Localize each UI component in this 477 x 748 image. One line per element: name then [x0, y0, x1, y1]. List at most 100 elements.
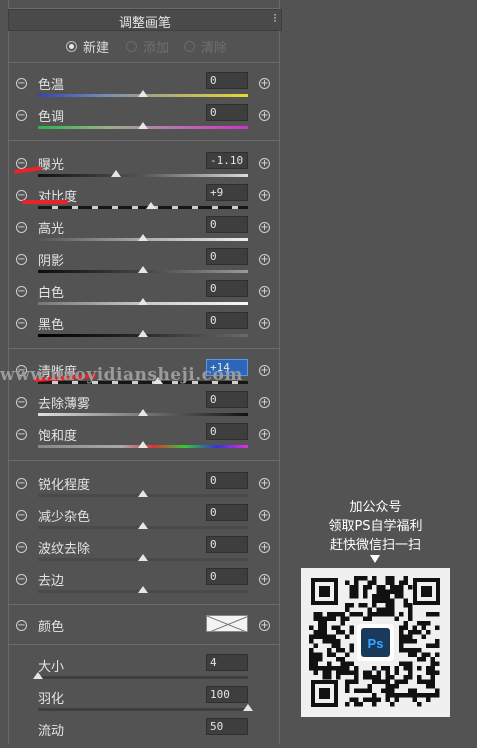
- minus-icon[interactable]: −: [16, 478, 27, 489]
- minus-icon[interactable]: −: [16, 510, 27, 521]
- brush-size-value-input[interactable]: 4: [206, 654, 248, 671]
- contrast-track[interactable]: [38, 206, 248, 209]
- mode-add-radio[interactable]: 添加: [126, 37, 169, 56]
- qr-module: [309, 661, 314, 666]
- qr-module: [331, 643, 336, 648]
- feather-track[interactable]: [38, 708, 248, 711]
- qr-module: [408, 693, 413, 698]
- qr-module: [403, 634, 408, 639]
- flow-value-input[interactable]: 50: [206, 718, 248, 735]
- temperature-value-input[interactable]: 0: [206, 72, 248, 89]
- slider-thumb[interactable]: [243, 704, 253, 711]
- qr-module: [417, 630, 422, 635]
- saturation-value-input[interactable]: 0: [206, 423, 248, 440]
- qr-module: [394, 684, 399, 689]
- qr-module: [385, 598, 390, 603]
- slider-thumb[interactable]: [138, 234, 148, 241]
- minus-icon[interactable]: −: [16, 574, 27, 585]
- slider-thumb[interactable]: [138, 298, 148, 305]
- plus-icon[interactable]: +: [259, 429, 270, 440]
- plus-icon[interactable]: +: [259, 110, 270, 121]
- exposure-track[interactable]: [38, 174, 248, 177]
- qr-module: [318, 612, 323, 617]
- qr-module: [426, 630, 431, 635]
- blacks-value-input[interactable]: 0: [206, 312, 248, 329]
- qr-module: [322, 630, 327, 635]
- tint-value-input[interactable]: 0: [206, 104, 248, 121]
- minus-icon[interactable]: −: [16, 429, 27, 440]
- dehaze-value-input[interactable]: 0: [206, 391, 248, 408]
- qr-module: [385, 675, 390, 680]
- qr-module: [336, 675, 341, 680]
- plus-icon[interactable]: +: [259, 478, 270, 489]
- minus-icon[interactable]: −: [16, 397, 27, 408]
- slider-thumb[interactable]: [33, 672, 43, 679]
- plus-icon[interactable]: +: [259, 190, 270, 201]
- qr-module: [363, 688, 368, 693]
- qr-module: [399, 648, 404, 653]
- qr-module: [322, 675, 327, 680]
- minus-icon[interactable]: −: [16, 254, 27, 265]
- minus-icon[interactable]: −: [16, 542, 27, 553]
- slider-thumb[interactable]: [110, 170, 121, 177]
- qr-module: [367, 675, 372, 680]
- mode-erase-radio[interactable]: 清除: [184, 37, 227, 56]
- slider-thumb[interactable]: [138, 554, 148, 561]
- moire-value-input[interactable]: 0: [206, 536, 248, 553]
- plus-icon[interactable]: +: [259, 510, 270, 521]
- qr-module: [403, 661, 408, 666]
- minus-icon[interactable]: −: [16, 222, 27, 233]
- qr-module: [430, 666, 435, 671]
- plus-icon[interactable]: +: [259, 542, 270, 553]
- defringe-value-input[interactable]: 0: [206, 568, 248, 585]
- plus-icon[interactable]: +: [259, 574, 270, 585]
- plus-icon[interactable]: +: [259, 286, 270, 297]
- qr-module: [390, 585, 395, 590]
- contrast-value-input[interactable]: +9: [206, 184, 248, 201]
- slider-thumb[interactable]: [138, 586, 148, 593]
- panel-menu-icon[interactable]: ⁝: [273, 11, 277, 25]
- brush-size-track[interactable]: [38, 676, 248, 679]
- qr-module: [345, 580, 350, 585]
- qr-module: [345, 652, 350, 657]
- divider: [8, 348, 280, 349]
- slider-thumb[interactable]: [138, 122, 148, 129]
- minus-icon[interactable]: −: [16, 286, 27, 297]
- plus-icon[interactable]: +: [259, 222, 270, 233]
- slider-thumb[interactable]: [138, 90, 148, 97]
- slider-thumb[interactable]: [138, 266, 148, 273]
- minus-icon[interactable]: −: [16, 318, 27, 329]
- whites-value-input[interactable]: 0: [206, 280, 248, 297]
- slider-thumb[interactable]: [146, 202, 157, 209]
- qr-module: [322, 621, 327, 626]
- sharpness-value-input[interactable]: 0: [206, 472, 248, 489]
- highlights-value-input[interactable]: 0: [206, 216, 248, 233]
- slider-thumb[interactable]: [138, 490, 148, 497]
- slider-thumb[interactable]: [138, 441, 148, 448]
- slider-thumb[interactable]: [138, 522, 148, 529]
- mode-new-radio[interactable]: 新建: [66, 37, 109, 56]
- minus-icon[interactable]: −: [16, 620, 27, 631]
- qr-module: [309, 648, 314, 653]
- slider-thumb[interactable]: [138, 409, 148, 416]
- feather-value-input[interactable]: 100: [206, 686, 248, 703]
- minus-icon[interactable]: −: [16, 78, 27, 89]
- qr-module: [412, 639, 417, 644]
- slider-sharpness: − 锐化程度 0 +: [0, 470, 288, 502]
- minus-icon[interactable]: −: [16, 110, 27, 121]
- color-swatch[interactable]: [206, 615, 248, 632]
- plus-icon[interactable]: +: [259, 78, 270, 89]
- exposure-value-input[interactable]: -1.10: [206, 152, 248, 169]
- noise-value-input[interactable]: 0: [206, 504, 248, 521]
- plus-icon[interactable]: +: [259, 254, 270, 265]
- slider-thumb[interactable]: [138, 330, 148, 337]
- qr-module: [435, 670, 440, 675]
- plus-icon[interactable]: +: [259, 158, 270, 169]
- qr-module: [318, 621, 323, 626]
- plus-icon[interactable]: +: [259, 397, 270, 408]
- shadows-value-input[interactable]: 0: [206, 248, 248, 265]
- radio-unselected-icon: [184, 41, 195, 52]
- qr-module: [403, 621, 408, 626]
- plus-icon[interactable]: +: [259, 620, 270, 631]
- plus-icon[interactable]: +: [259, 318, 270, 329]
